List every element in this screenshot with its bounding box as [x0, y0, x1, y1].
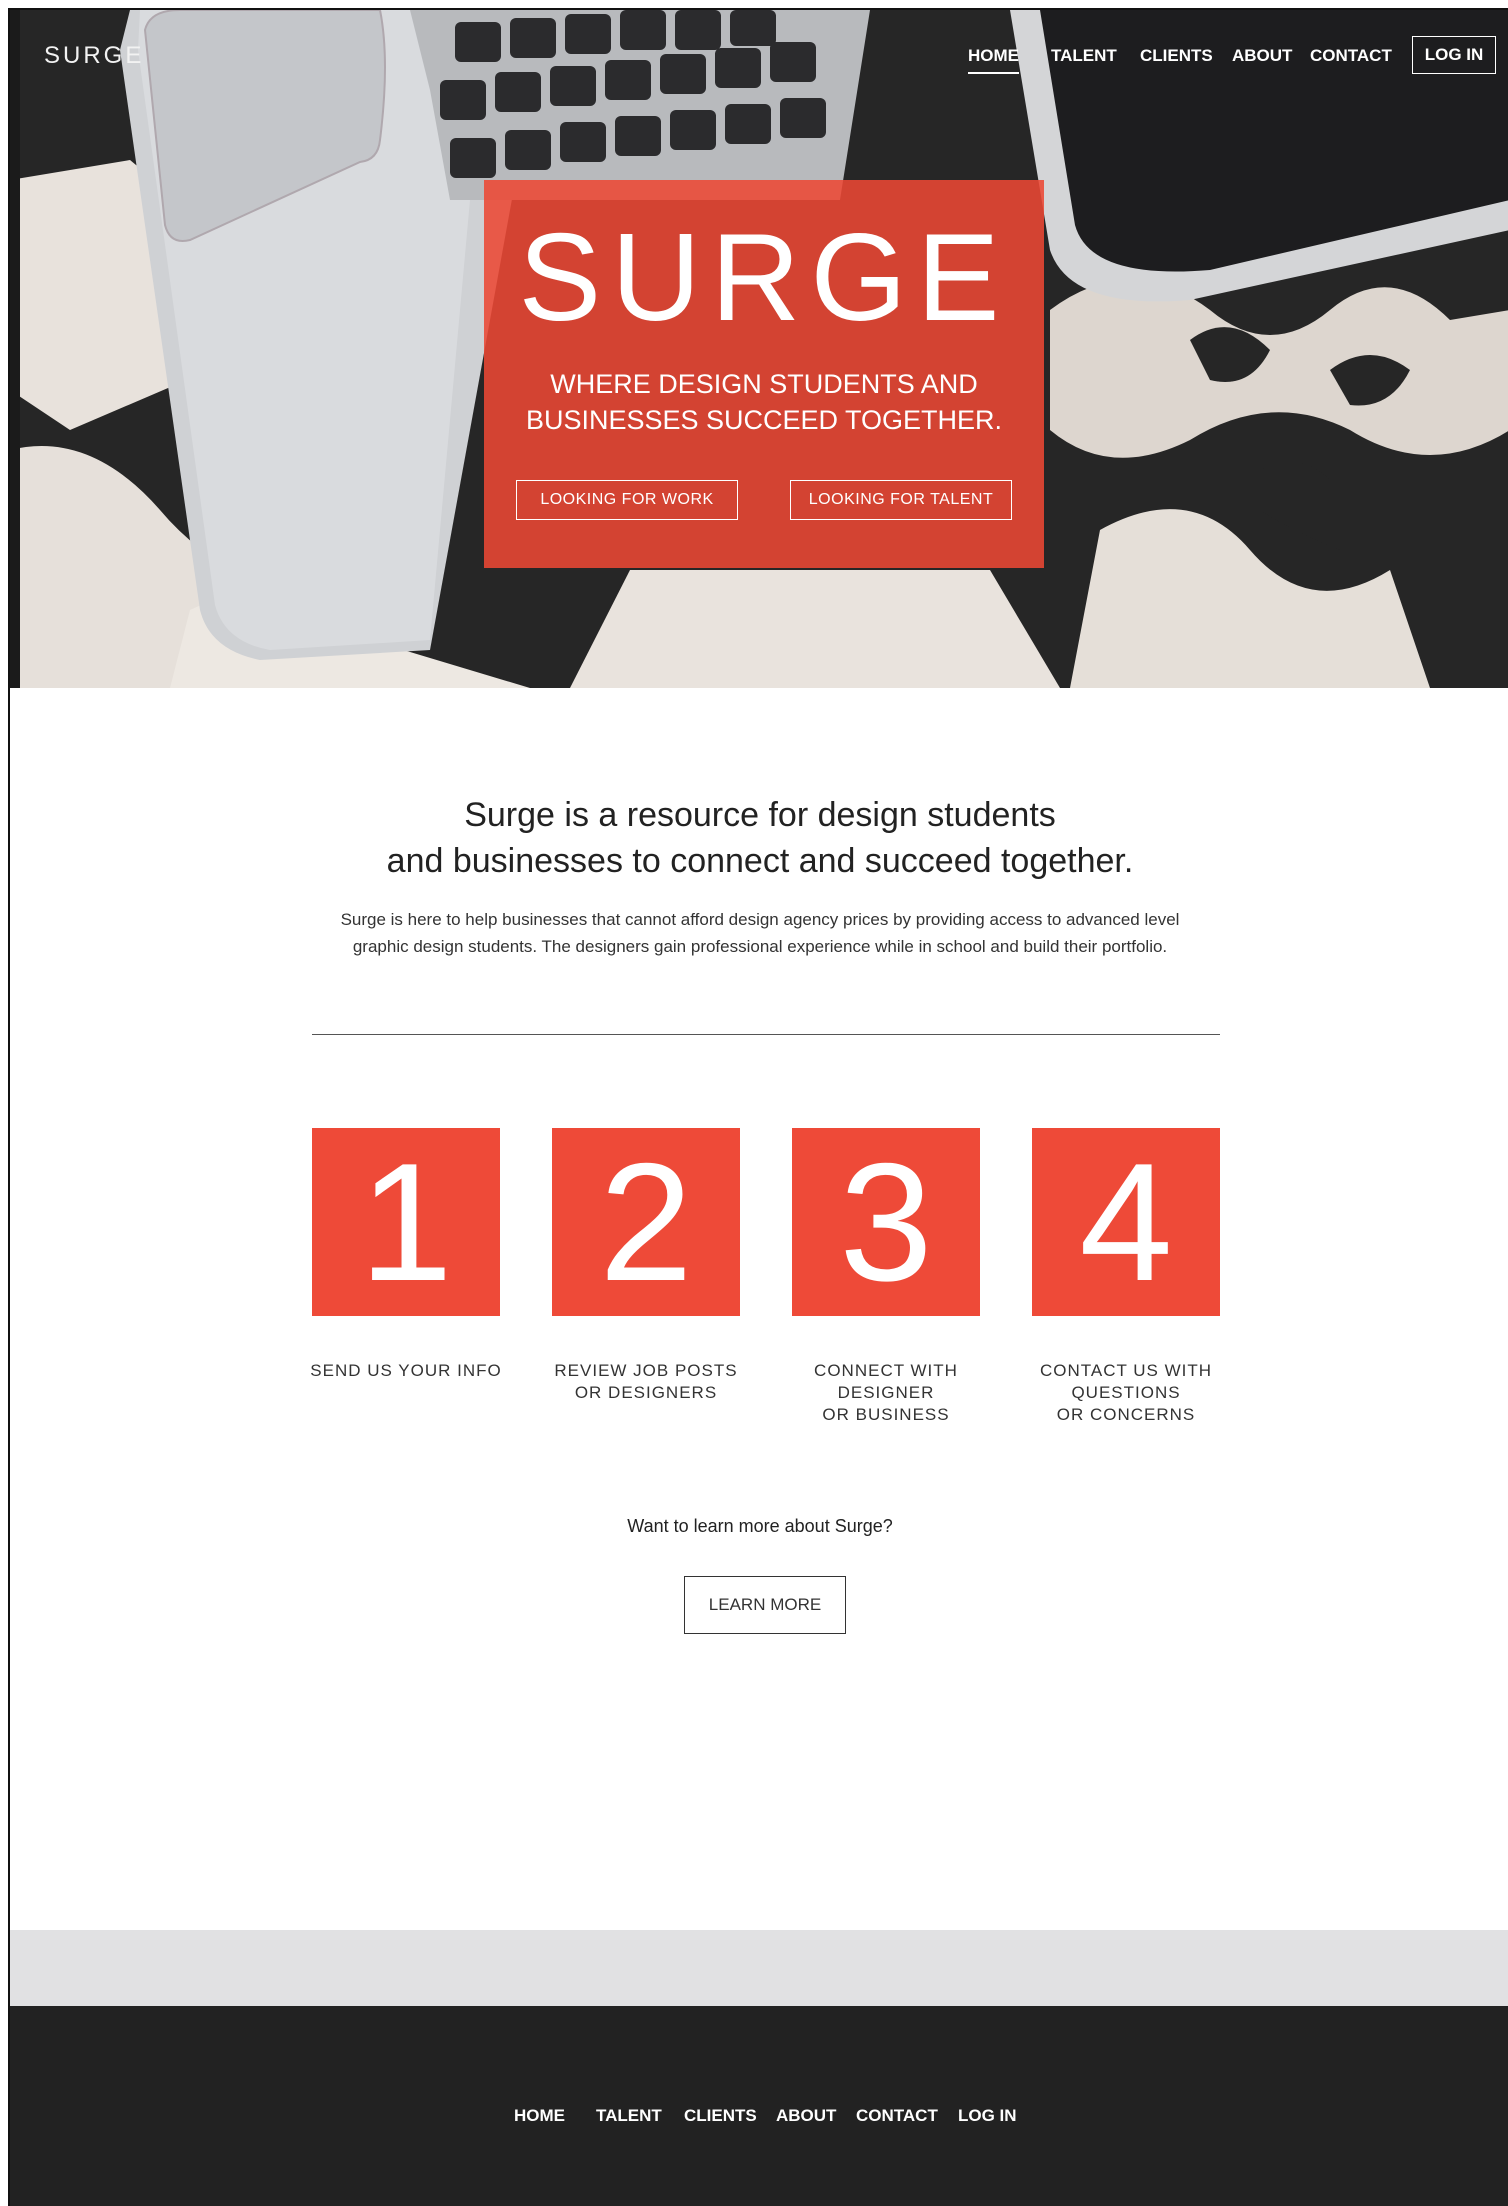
footer-nav-home[interactable]: HOME	[514, 2106, 565, 2126]
login-button[interactable]: LOG IN	[1412, 36, 1496, 74]
footer-nav-contact[interactable]: CONTACT	[856, 2106, 938, 2126]
hero-subtitle: WHERE DESIGN STUDENTS AND BUSINESSES SUC…	[484, 366, 1044, 438]
step-3-caption: CONNECT WITH DESIGNER OR BUSINESS	[766, 1360, 1006, 1426]
step-2-caption: REVIEW JOB POSTS OR DESIGNERS	[526, 1360, 766, 1404]
footer-band	[10, 1930, 1508, 2006]
step-3-tile: 3	[792, 1128, 980, 1316]
step-caption-line: OR DESIGNERS	[574, 1383, 718, 1402]
footer-nav-talent[interactable]: TALENT	[596, 2106, 662, 2126]
intro-body-line: graphic design students. The designers g…	[352, 937, 1168, 956]
step-2-tile: 2	[552, 1128, 740, 1316]
nav-talent[interactable]: TALENT	[1051, 46, 1117, 66]
intro-body-line: Surge is here to help businesses that ca…	[340, 910, 1180, 929]
learn-more-button[interactable]: LEARN MORE	[684, 1576, 846, 1634]
footer-nav-about[interactable]: ABOUT	[776, 2106, 836, 2126]
nav-contact[interactable]: CONTACT	[1310, 46, 1392, 66]
step-4-tile: 4	[1032, 1128, 1220, 1316]
step-1-caption: SEND US YOUR INFO	[286, 1360, 526, 1382]
nav-home[interactable]: HOME	[968, 46, 1019, 74]
top-nav: HOME TALENT CLIENTS ABOUT CONTACT LOG IN	[10, 10, 1508, 110]
step-caption-line: OR BUSINESS	[822, 1405, 950, 1424]
intro-body: Surge is here to help businesses that ca…	[10, 906, 1508, 960]
nav-about[interactable]: ABOUT	[1232, 46, 1292, 66]
step-caption-line: CONNECT WITH	[814, 1361, 958, 1380]
step-caption-line: CONTACT US WITH	[1039, 1361, 1213, 1380]
hero-subtitle-line: BUSINESSES SUCCEED TOGETHER.	[525, 405, 1003, 435]
nav-clients[interactable]: CLIENTS	[1140, 46, 1213, 66]
intro-heading-line: and businesses to connect and succeed to…	[386, 842, 1134, 880]
footer: HOME TALENT CLIENTS ABOUT CONTACT LOG IN	[10, 2006, 1508, 2206]
hero-subtitle-line: WHERE DESIGN STUDENTS AND	[550, 369, 978, 399]
step-caption-line: SEND US YOUR INFO	[310, 1361, 502, 1380]
step-caption-line: REVIEW JOB POSTS	[554, 1361, 738, 1380]
learn-more-question: Want to learn more about Surge?	[627, 1516, 893, 1536]
footer-nav-login[interactable]: LOG IN	[958, 2106, 1017, 2126]
section-divider	[312, 1034, 1220, 1035]
intro-heading-line: Surge is a resource for design students	[464, 796, 1056, 834]
step-caption-line: QUESTIONS	[1071, 1383, 1181, 1402]
intro-heading: Surge is a resource for design students …	[10, 792, 1508, 884]
looking-for-work-button[interactable]: LOOKING FOR WORK	[516, 480, 738, 520]
looking-for-talent-button[interactable]: LOOKING FOR TALENT	[790, 480, 1012, 520]
step-caption-line: DESIGNER	[837, 1383, 935, 1402]
hero-title: SURGE	[518, 209, 1010, 347]
page: SURGE HOME TALENT CLIENTS ABOUT CONTACT …	[8, 8, 1508, 2206]
hero-section: SURGE HOME TALENT CLIENTS ABOUT CONTACT …	[10, 10, 1508, 688]
step-1-tile: 1	[312, 1128, 500, 1316]
step-4-caption: CONTACT US WITH QUESTIONS OR CONCERNS	[1006, 1360, 1246, 1426]
step-caption-line: OR CONCERNS	[1056, 1405, 1196, 1424]
footer-nav-clients[interactable]: CLIENTS	[684, 2106, 757, 2126]
hero-card: SURGE WHERE DESIGN STUDENTS AND BUSINESS…	[484, 180, 1044, 568]
